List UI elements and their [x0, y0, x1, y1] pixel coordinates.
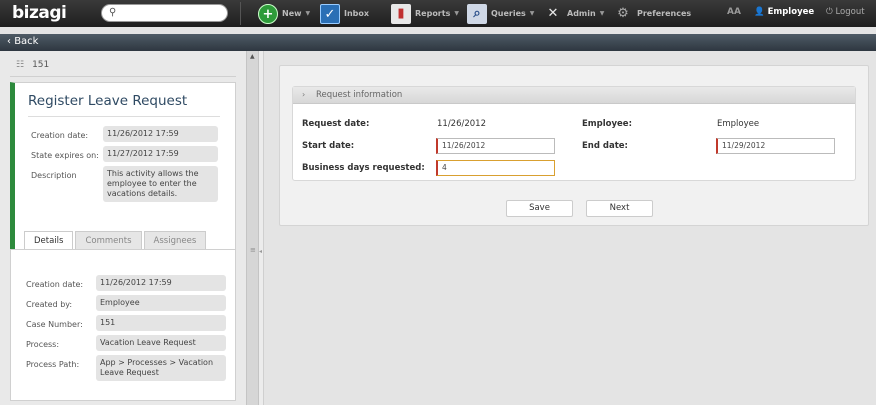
nav-reports[interactable]: ▮ Reports ▼ [391, 0, 459, 27]
nav-admin-label: Admin [567, 9, 596, 18]
user-menu[interactable]: 👤 Employee [754, 7, 814, 17]
description-label: Description [31, 171, 77, 180]
panel-splitter[interactable]: ◂ [259, 51, 264, 405]
chevron-down-icon: ▼ [305, 10, 311, 17]
back-button[interactable]: ‹ Back [7, 36, 38, 47]
detail-creation-date-label: Creation date: [26, 280, 84, 289]
business-days-label: Business days requested: [302, 163, 425, 173]
search-input[interactable]: ⚲ [101, 4, 228, 22]
chevron-right-icon: › [302, 90, 306, 99]
case-number: 151 [32, 60, 50, 70]
start-date-input[interactable]: 11/26/2012 [436, 138, 555, 154]
header-divider [10, 76, 236, 77]
detail-tabs: Details Comments Assignees [24, 231, 208, 250]
section-header[interactable]: › Request information [293, 87, 855, 104]
detail-case-number-label: Case Number: [26, 320, 83, 329]
detail-created-by-label: Created by: [26, 300, 73, 309]
description-value: This activity allows the employee to ent… [103, 166, 218, 202]
bar-chart-icon: ▮ [391, 3, 411, 24]
back-bar: ‹ Back [0, 34, 876, 51]
employee-label: Employee: [582, 119, 632, 129]
back-label: Back [14, 36, 39, 47]
nav-new-label: New [282, 9, 302, 18]
creation-date-label: Creation date: [31, 131, 89, 140]
detail-created-by-value: Employee [96, 295, 226, 311]
grip-icon: ≡ [250, 246, 256, 254]
case-summary-panel: ☷ 151 Register Leave Request Creation da… [0, 51, 246, 405]
nav-queries-label: Queries [491, 9, 526, 18]
detail-process-label: Process: [26, 340, 60, 349]
tab-details[interactable]: Details [24, 231, 74, 250]
power-icon: ⏻ [826, 7, 833, 17]
nav-inbox-label: Inbox [344, 9, 370, 18]
section-title: Request information [316, 90, 403, 100]
form-container: › Request information Request date: 11/2… [279, 65, 869, 226]
chevron-down-icon: ▼ [454, 10, 459, 17]
details-panel: Creation date: 11/26/2012 17:59 Created … [10, 249, 236, 401]
case-number-header: ☷ 151 [16, 60, 49, 70]
bizagi-logo[interactable]: bizagi [12, 3, 67, 23]
left-panel-scrollbar[interactable]: ▲ ≡ [246, 51, 259, 405]
tab-assignees[interactable]: Assignees [143, 231, 207, 250]
detail-process-value: Vacation Leave Request [96, 335, 226, 351]
detail-case-number-value: 151 [96, 315, 226, 331]
logout-button[interactable]: ⏻ Logout [826, 7, 865, 17]
detail-process-path-label: Process Path: [26, 360, 80, 369]
gear-icon: ⚙ [617, 5, 629, 21]
request-information-section: › Request information Request date: 11/2… [292, 86, 856, 181]
request-date-value: 11/26/2012 [437, 119, 486, 129]
business-days-input[interactable]: 4 [436, 160, 555, 176]
nav-inbox[interactable]: ✓ Inbox [320, 0, 369, 27]
plus-icon: + [258, 3, 278, 24]
tab-comments[interactable]: Comments [75, 231, 142, 250]
chevron-down-icon: ▼ [599, 10, 605, 17]
nav-separator [240, 2, 241, 25]
logout-label: Logout [835, 7, 865, 17]
nav-preferences[interactable]: ⚙ Preferences [613, 0, 691, 27]
state-expires-value: 11/27/2012 17:59 [103, 146, 218, 162]
scroll-up-arrow-icon[interactable]: ▲ [250, 53, 255, 60]
user-name: Employee [767, 7, 815, 17]
title-rule [28, 116, 220, 117]
save-button[interactable]: Save [506, 200, 573, 217]
nav-new[interactable]: + New ▼ [258, 0, 310, 27]
chevron-down-icon: ▼ [529, 10, 535, 17]
nav-reports-label: Reports [415, 9, 451, 18]
search-icon: ⚲ [109, 7, 117, 18]
chevron-left-icon: ‹ [7, 36, 11, 47]
detail-process-path-value: App > Processes > Vacation Leave Request [96, 355, 226, 381]
creation-date-value: 11/26/2012 17:59 [103, 126, 218, 142]
user-icon: 👤 [754, 7, 765, 17]
state-expires-label: State expires on: [31, 151, 99, 160]
font-size-toggle[interactable]: AA [727, 7, 741, 17]
end-date-label: End date: [582, 141, 628, 151]
magnifier-document-icon: ⌕ [467, 3, 487, 24]
activity-title: Register Leave Request [28, 93, 188, 109]
nav-queries[interactable]: ⌕ Queries ▼ [467, 0, 534, 27]
nav-preferences-label: Preferences [637, 9, 692, 18]
detail-creation-date-value: 11/26/2012 17:59 [96, 275, 226, 291]
request-date-label: Request date: [302, 119, 370, 129]
top-bar: bizagi ⚲ + New ▼ ✓ Inbox ▮ Reports ▼ ⌕ Q… [0, 0, 876, 27]
start-date-label: Start date: [302, 141, 355, 151]
end-date-input[interactable]: 11/29/2012 [716, 138, 835, 154]
hierarchy-icon: ☷ [16, 60, 25, 70]
employee-value: Employee [717, 119, 760, 129]
collapse-arrow-icon[interactable]: ◂ [259, 248, 262, 255]
inbox-check-icon: ✓ [320, 3, 340, 24]
nav-admin[interactable]: ✕ Admin ▼ [543, 0, 605, 27]
next-button[interactable]: Next [586, 200, 653, 217]
tools-icon: ✕ [547, 5, 559, 21]
